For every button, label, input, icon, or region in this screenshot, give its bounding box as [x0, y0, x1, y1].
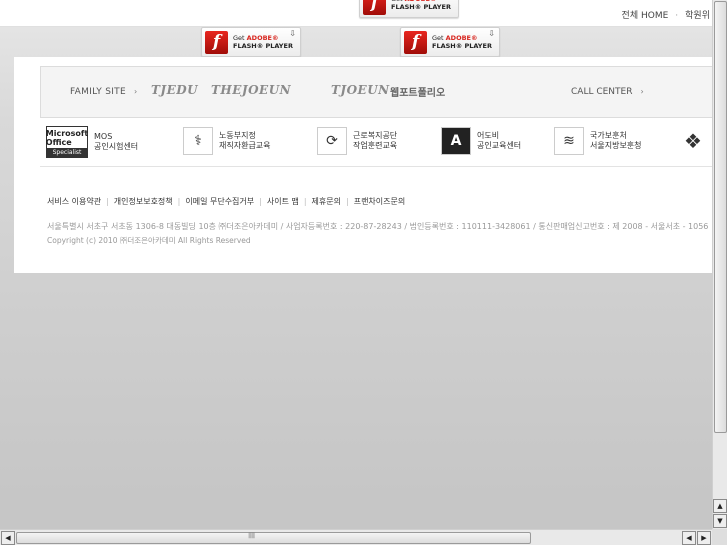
download-arrow-icon: ⇩ [289, 29, 296, 38]
company-address: 서울특별시 서초구 서초동 1306-8 대동빌딩 10층 ㈜더조은아카데미 /… [47, 222, 709, 231]
email-refusal-link[interactable]: 이메일 무단수집거부 [185, 197, 254, 206]
partner-extra[interactable]: ❖ [678, 127, 708, 155]
flash-logo-icon: f [205, 30, 228, 54]
horizontal-scrollbar[interactable]: ◀ |||||| ◀ ▶ [0, 529, 712, 545]
flash-text-get: Get [233, 34, 247, 42]
flash-text-player: FLASH® PLAYER [391, 3, 451, 11]
download-arrow-icon: ⇩ [488, 29, 495, 38]
emblem-logo-icon: ❖ [678, 127, 708, 155]
tjoeun-logo[interactable]: TJOEUN [331, 83, 390, 97]
academy-link[interactable]: 학원위 [685, 11, 710, 21]
welfare-corp-logo-icon: ⟳ [317, 127, 347, 155]
top-links: 전체 HOME · 학원위 [622, 8, 710, 21]
copyright-text: Copyright (c) 2010 ㈜더조은아카데미 All Rights R… [47, 236, 251, 245]
top-link-separator: · [675, 11, 679, 21]
sitemap-link[interactable]: 사이트 맵 [267, 197, 299, 206]
partner-name: 노동부지정 재직자환급교육 [219, 131, 271, 150]
home-link[interactable]: 전체 HOME [622, 11, 669, 21]
call-center-label: CALL CENTER [571, 87, 633, 97]
partnership-link[interactable]: 제휴문의 [312, 197, 341, 206]
family-site-dropdown[interactable]: FAMILY SITE › [70, 87, 137, 97]
vertical-scrollbar[interactable]: ▲ ▼ [712, 0, 727, 529]
top-bar: 전체 HOME · 학원위 [0, 0, 712, 27]
labor-ministry-logo-icon: ⚕ [183, 127, 213, 155]
scroll-up-button[interactable]: ▲ [713, 499, 727, 513]
partner-veterans[interactable]: ≋ 국가보훈처 서울지방보훈청 [554, 127, 642, 155]
scrollbar-corner [712, 529, 727, 545]
flash-text-player: FLASH® PLAYER [233, 42, 293, 50]
flash-player-banner-2[interactable]: f Get ADOBE® FLASH® PLAYER ⇩ [400, 27, 500, 57]
flash-text-player: FLASH® PLAYER [432, 42, 492, 50]
family-site-bar: FAMILY SITE › TJEDU THEJOEUN TJOEUN 웹포트폴리… [40, 66, 712, 118]
partner-name: MOS 공인시험센터 [94, 132, 139, 151]
flash-text-adobe: ADOBE® [246, 34, 279, 42]
adobe-logo-icon: A [441, 127, 471, 155]
franchise-link[interactable]: 프랜차이즈문의 [354, 197, 406, 206]
family-site-label: FAMILY SITE [70, 87, 126, 97]
terms-link[interactable]: 서비스 이용약관 [47, 197, 101, 206]
scroll-right-button[interactable]: ▶ [697, 531, 711, 545]
chevron-right-icon: › [133, 87, 138, 96]
footer-panel: FAMILY SITE › TJEDU THEJOEUN TJOEUN 웹포트폴리… [14, 57, 712, 273]
horizontal-scroll-thumb[interactable] [16, 532, 531, 544]
mos-logo-badge: Specialist [47, 148, 87, 157]
flash-player-banner-1[interactable]: f Get ADOBE® FLASH® PLAYER ⇩ [201, 27, 301, 57]
partner-labor-ministry[interactable]: ⚕ 노동부지정 재직자환급교육 [183, 127, 271, 155]
scroll-left-button[interactable]: ◀ [1, 531, 15, 545]
flash-logo-icon: f [363, 0, 386, 15]
flash-logo-icon: f [404, 30, 427, 54]
partner-adobe[interactable]: A 어도비 공인교육센터 [441, 127, 521, 155]
scroll-down-button[interactable]: ▼ [713, 514, 727, 528]
partner-name: 어도비 공인교육센터 [477, 131, 522, 150]
privacy-link[interactable]: 개인정보보호정책 [114, 197, 173, 206]
partner-mos[interactable]: Microsoft Office Specialist MOS 공인시험센터 [46, 126, 138, 158]
divider [40, 166, 712, 167]
flash-player-banner-top[interactable]: f Get ADOBE®FLASH® PLAYER ⇩ [359, 0, 459, 18]
footer-links: 서비스 이용약관 | 개인정보보호정책 | 이메일 무단수집거부 | 사이트 맵 | 제휴문의 |… [47, 197, 406, 206]
vertical-scroll-thumb[interactable] [714, 1, 727, 433]
thejoeun-logo[interactable]: THEJOEUN [211, 83, 291, 97]
partner-name: 근로복지공단 작업훈련교육 [353, 131, 398, 150]
mos-logo-text: Microsoft Office [45, 128, 89, 147]
scroll-grip-icon: |||||| [248, 532, 255, 539]
partner-welfare-corp[interactable]: ⟳ 근로복지공단 작업훈련교육 [317, 127, 397, 155]
flash-text-get: Get [432, 34, 446, 42]
partner-logos-row: Microsoft Office Specialist MOS 공인시험센터 ⚕… [14, 123, 712, 163]
tjedu-logo[interactable]: TJEDU [151, 83, 198, 97]
flash-text-adobe: ADOBE® [445, 34, 478, 42]
veterans-logo-icon: ≋ [554, 127, 584, 155]
partner-name: 국가보훈처 서울지방보훈청 [590, 131, 642, 150]
call-center-link[interactable]: CALL CENTER › [571, 87, 644, 97]
chevron-right-icon: › [640, 87, 644, 96]
webfolio-link[interactable]: 웹포트폴리오 [390, 84, 445, 99]
microsoft-office-specialist-logo: Microsoft Office Specialist [46, 126, 88, 158]
scroll-left-button-2[interactable]: ◀ [682, 531, 696, 545]
